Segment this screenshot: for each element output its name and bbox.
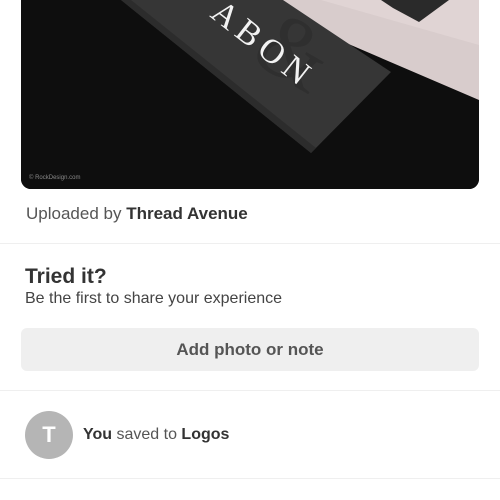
uploader-name[interactable]: Thread Avenue	[126, 204, 248, 223]
image-watermark: © RockDesign.com	[29, 175, 81, 181]
avatar[interactable]: T	[25, 411, 73, 459]
divider	[0, 390, 500, 391]
tried-it-subtitle: Be the first to share your experience	[25, 290, 283, 307]
divider	[0, 243, 500, 244]
saved-activity: T You saved to Logos	[25, 411, 229, 459]
board-link[interactable]: Logos	[181, 426, 229, 443]
uploaded-by-line: Uploaded by Thread Avenue	[26, 204, 248, 224]
add-photo-or-note-button[interactable]: Add photo or note	[21, 328, 479, 371]
activity-verb: saved to	[116, 426, 177, 443]
activity-text: You saved to Logos	[83, 426, 229, 444]
business-card-photo: & ABON	[21, 0, 479, 189]
pin-image[interactable]: & ABON © RockDesign.com	[21, 0, 479, 189]
tried-it-heading: Tried it?	[25, 265, 107, 288]
divider	[0, 478, 500, 479]
uploaded-by-prefix: Uploaded by	[26, 204, 122, 223]
activity-actor: You	[83, 426, 113, 443]
